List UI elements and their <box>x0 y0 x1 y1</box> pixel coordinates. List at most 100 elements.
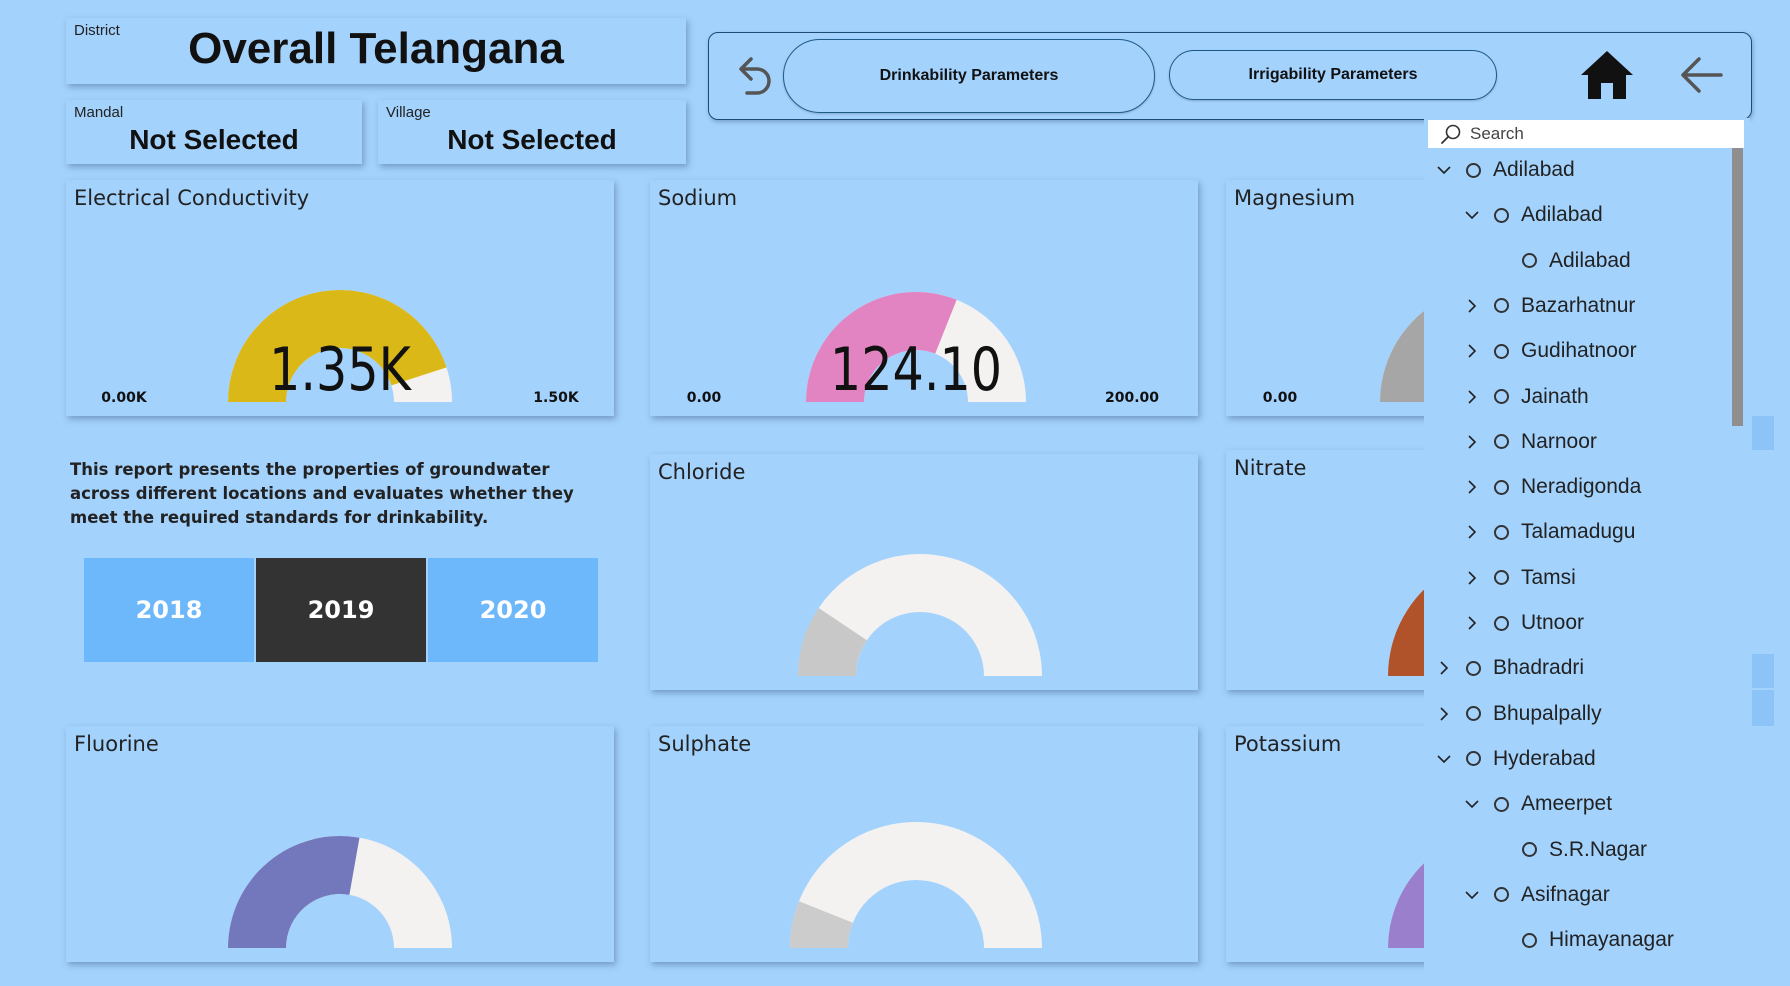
radio-icon[interactable] <box>1494 524 1509 540</box>
chevron-right-icon[interactable] <box>1464 343 1480 359</box>
report-description: This report presents the properties of g… <box>70 460 574 527</box>
slicer-item[interactable]: Bhupalpally <box>1436 694 1602 734</box>
home-icon[interactable] <box>1579 49 1635 101</box>
slicer-item[interactable]: Ameerpet <box>1464 784 1612 824</box>
radio-icon[interactable] <box>1494 298 1509 314</box>
radio-icon[interactable] <box>1466 162 1481 178</box>
gauge-value: 1.35K <box>269 334 413 404</box>
gauge-chart: 0.00 200.00 124.10 <box>687 291 1159 406</box>
radio-icon[interactable] <box>1494 479 1509 495</box>
radio-icon[interactable] <box>1494 343 1509 359</box>
back-arrow-icon[interactable] <box>1677 51 1725 99</box>
gauge-chart: 0.00K1.00K188.35 <box>798 554 1042 676</box>
radio-icon[interactable] <box>1522 253 1537 269</box>
search-input[interactable]: Search <box>1470 124 1524 144</box>
slicer-scrollbar[interactable] <box>1732 148 1743 426</box>
slicer-item-label: Utnoor <box>1521 611 1585 634</box>
year-button-2020[interactable]: 2020 <box>428 558 598 662</box>
radio-icon[interactable] <box>1522 932 1537 948</box>
slicer-item[interactable]: Adilabad <box>1464 195 1603 235</box>
chevron-right-icon[interactable] <box>1464 570 1480 586</box>
gauge-min-label: 0.00K <box>101 390 148 406</box>
chevron-down-icon[interactable] <box>1436 162 1452 178</box>
radio-icon[interactable] <box>1494 434 1509 450</box>
village-value: Not Selected <box>447 124 617 155</box>
radio-icon[interactable] <box>1494 887 1509 903</box>
slicer-item-label: Asifnagar <box>1521 882 1610 906</box>
slicer-item-label: Bazarhatnur <box>1521 293 1636 317</box>
slicer-item-label: Bhadradri <box>1493 656 1585 680</box>
chevron-right-icon[interactable] <box>1464 524 1480 540</box>
slicer-item-label: Adilabad <box>1549 248 1631 272</box>
undo-icon[interactable] <box>731 51 777 99</box>
slicer-item[interactable]: Adilabad <box>1492 241 1631 281</box>
radio-icon[interactable] <box>1494 615 1509 631</box>
slicer-item[interactable]: Himayanagar <box>1492 920 1674 960</box>
year-label: 2020 <box>479 596 547 624</box>
chevron-right-icon[interactable] <box>1464 298 1480 314</box>
radio-icon[interactable] <box>1494 570 1509 586</box>
gauge-electrical-conductivity: Electrical Conductivity 0.00K 1.50K 1.35K <box>66 180 614 416</box>
gauge-sulphate: Sulphate 0.00400.0048.38 <box>650 726 1198 962</box>
radio-icon[interactable] <box>1494 207 1509 223</box>
year-button-2018[interactable]: 2018 <box>84 558 254 662</box>
gauge-min-label: 0.00 <box>687 390 722 406</box>
slicer-item-label: Talamadugu <box>1521 520 1636 544</box>
chevron-right-icon[interactable] <box>1464 434 1480 450</box>
slicer-item[interactable]: Bhadradri <box>1436 648 1584 688</box>
slicer-item[interactable]: S.R.Nagar <box>1492 830 1647 870</box>
district-filter-card[interactable]: District Overall Telangana <box>66 18 686 84</box>
chevron-down-icon[interactable] <box>1464 887 1480 903</box>
slicer-item[interactable]: Utnoor <box>1464 603 1584 643</box>
mandal-filter-card[interactable]: Mandal Not Selected <box>66 100 362 164</box>
slicer-item[interactable]: Gudihatnoor <box>1464 331 1637 371</box>
expander-placeholder <box>1492 253 1508 269</box>
gauge-max-label: 1.50K <box>533 390 580 406</box>
slicer-item[interactable]: Narnoor <box>1464 422 1597 462</box>
chevron-down-icon[interactable] <box>1464 796 1480 812</box>
gauge-chart: 0.601.501.10 <box>228 836 452 948</box>
slicer-item[interactable]: Talamadugu <box>1464 512 1635 552</box>
district-value: Overall Telangana <box>188 24 564 73</box>
slicer-item-label: Adilabad <box>1493 158 1575 181</box>
slicer-item[interactable]: Neradigonda <box>1464 467 1641 507</box>
village-filter-card[interactable]: Village Not Selected <box>378 100 686 164</box>
irrigability-parameters-button[interactable]: Irrigability Parameters <box>1169 50 1497 100</box>
chevron-right-icon[interactable] <box>1464 479 1480 495</box>
drinkability-parameters-button[interactable]: Drinkability Parameters <box>783 39 1155 113</box>
gauge-chloride: Chloride 0.00K1.00K188.35 <box>650 454 1198 690</box>
radio-icon[interactable] <box>1466 706 1481 722</box>
gauge-fill <box>228 836 360 948</box>
gauge-chart: 0.00K 1.50K 1.35K <box>101 290 580 406</box>
chevron-down-icon[interactable] <box>1464 207 1480 223</box>
mandal-label: Mandal <box>74 104 124 121</box>
chevron-right-icon[interactable] <box>1464 389 1480 405</box>
slicer-item-label: Ameerpet <box>1521 792 1613 816</box>
slicer-item[interactable]: Adilabad <box>1436 150 1575 190</box>
chevron-right-icon[interactable] <box>1464 615 1480 631</box>
slicer-item[interactable]: Bazarhatnur <box>1464 286 1635 326</box>
slicer-item-label: S.R.Nagar <box>1549 837 1648 861</box>
slicer-item[interactable]: Hyderabad <box>1436 739 1596 779</box>
chevron-down-icon[interactable] <box>1436 751 1452 767</box>
radio-icon[interactable] <box>1466 751 1481 767</box>
year-label: 2018 <box>135 596 203 624</box>
slicer-search-box[interactable]: Search <box>1428 120 1744 148</box>
gauge-chart: 0.00400.0048.38 <box>790 822 1042 948</box>
slicer-item[interactable]: Jainath <box>1464 377 1589 417</box>
year-button-2019[interactable]: 2019 <box>256 558 426 662</box>
location-hierarchy-dropdown[interactable]: Search Adilabad Adilabad Adilabad Bazarhatn… <box>1424 118 1750 986</box>
radio-icon[interactable] <box>1466 660 1481 676</box>
navigation-panel: Drinkability Parameters Irrigability Par… <box>708 32 1752 120</box>
slicer-item-label: Neradigonda <box>1521 475 1642 499</box>
radio-icon[interactable] <box>1522 842 1537 857</box>
slicer-item[interactable]: Tamsi <box>1464 558 1576 598</box>
chevron-right-icon[interactable] <box>1436 706 1452 722</box>
slicer-item-label: Tamsi <box>1521 565 1576 589</box>
radio-icon[interactable] <box>1494 796 1509 812</box>
slicer-item-label: Gudihatnoor <box>1521 339 1637 363</box>
scroll-edge-marker <box>1752 654 1774 688</box>
slicer-item[interactable]: Asifnagar <box>1464 875 1610 915</box>
chevron-right-icon[interactable] <box>1436 660 1452 676</box>
radio-icon[interactable] <box>1494 389 1509 404</box>
